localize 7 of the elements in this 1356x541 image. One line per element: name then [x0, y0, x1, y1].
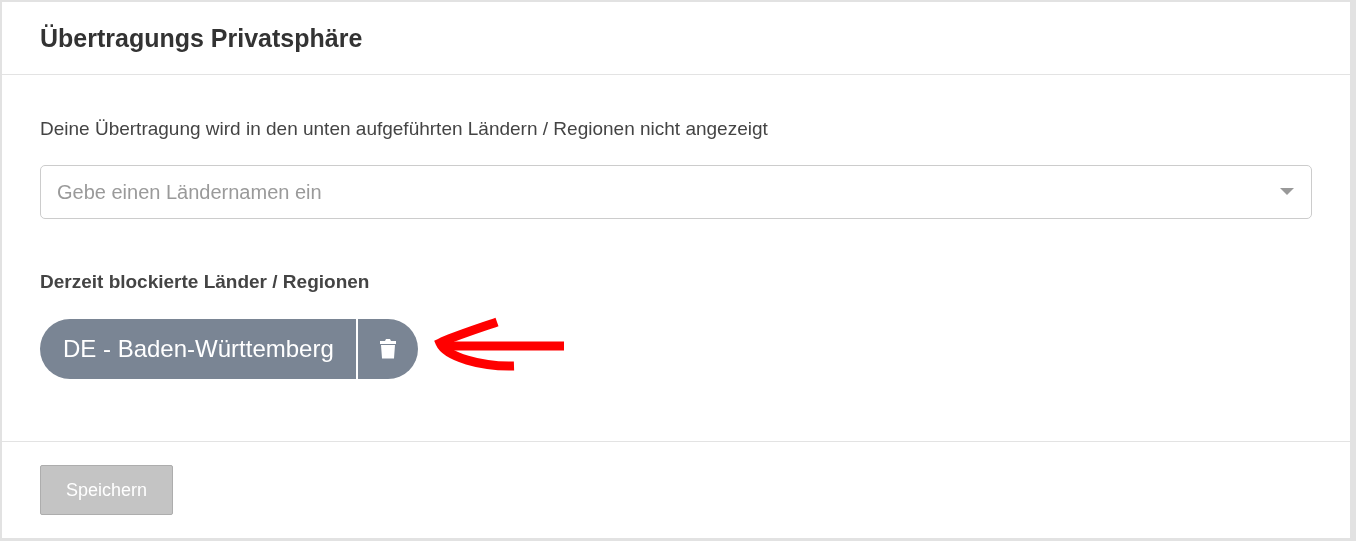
caret-icon	[1280, 188, 1294, 196]
panel-title: Übertragungs Privatsphäre	[40, 23, 363, 53]
trash-icon	[379, 339, 396, 359]
blocked-heading: Derzeit blockierte Länder / Regionen	[40, 271, 371, 293]
region-label: DE - Baden-Württemberg	[40, 319, 358, 379]
description-text: Deine Übertragung wird in den unten aufgeführten Ländern / Regionen nicht angezeigt	[40, 117, 769, 141]
country-select[interactable]: Gebe einen Ländernamen ein	[40, 165, 1312, 219]
